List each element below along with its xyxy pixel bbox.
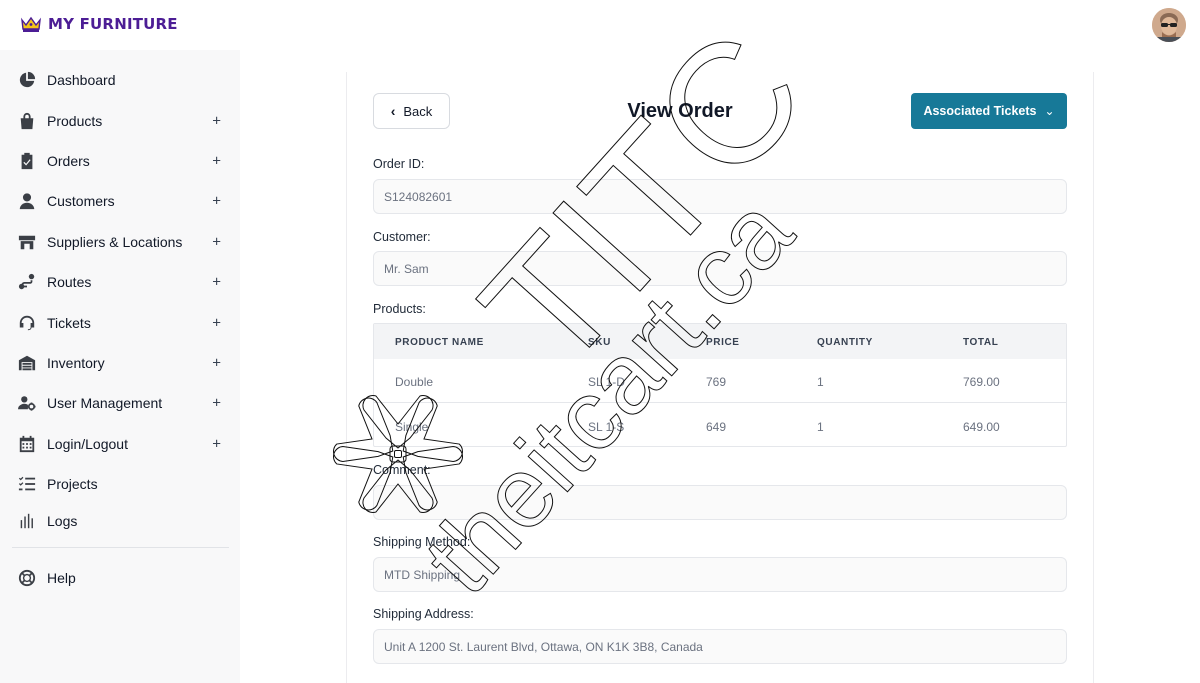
checklist-icon (17, 474, 37, 494)
pie-chart-icon (17, 70, 37, 90)
user-avatar[interactable] (1152, 8, 1186, 42)
page-title: View Order (627, 100, 733, 122)
user-icon (17, 191, 37, 211)
sidebar-item-label: Routes (47, 274, 92, 291)
sidebar-item-logs[interactable]: Logs (0, 504, 240, 538)
cell-quantity: 1 (817, 420, 824, 434)
expand-icon[interactable]: + (212, 274, 221, 291)
sidebar-item-login-logout[interactable]: Login/Logout + (0, 424, 240, 464)
top-bar: MY FURNITURE (0, 0, 1200, 50)
products-table: PRODUCT NAME SKU PRICE QUANTITY TOTAL Do… (373, 323, 1067, 447)
lifebuoy-icon (17, 568, 37, 588)
sidebar-item-suppliers-locations[interactable]: Suppliers & Locations + (0, 222, 240, 262)
sidebar: Dashboard Products + Orders + Customers … (0, 50, 240, 683)
expand-icon[interactable]: + (212, 112, 221, 129)
chevron-left-icon: ‹ (390, 103, 396, 119)
associated-tickets-label: Associated Tickets (923, 104, 1037, 118)
user-cog-icon (17, 393, 37, 413)
expand-icon[interactable]: + (212, 354, 221, 371)
cell-total: 649.00 (963, 420, 1000, 434)
column-header-price: PRICE (706, 337, 740, 348)
sidebar-item-label: User Management (47, 395, 163, 412)
comment-label: Comment: (373, 463, 431, 477)
shipping-method-field[interactable]: MTD Shipping (373, 557, 1067, 592)
expand-icon[interactable]: + (212, 435, 221, 452)
expand-icon[interactable]: + (212, 152, 221, 169)
sidebar-item-label: Login/Logout (47, 435, 128, 452)
sidebar-item-products[interactable]: Products + (0, 100, 240, 140)
column-header-sku: SKU (588, 337, 611, 348)
chevron-down-icon: ⌄ (1044, 104, 1055, 118)
sidebar-item-label: Inventory (47, 354, 105, 371)
sidebar-divider (12, 547, 229, 548)
sidebar-item-tickets[interactable]: Tickets + (0, 302, 240, 342)
cell-sku: SL 1-S (588, 420, 625, 434)
column-header-quantity: QUANTITY (817, 337, 873, 348)
back-button[interactable]: ‹ Back (373, 93, 450, 129)
sidebar-item-label: Help (47, 570, 76, 587)
column-header-total: TOTAL (963, 337, 999, 348)
shipping-method-label: Shipping Method: (373, 535, 471, 549)
customer-field[interactable]: Mr. Sam (373, 251, 1067, 286)
clipboard-check-icon (17, 151, 37, 171)
cell-sku: SL 1-D (588, 375, 625, 389)
sidebar-item-label: Products (47, 112, 103, 129)
headset-icon (17, 313, 37, 333)
expand-icon[interactable]: + (212, 233, 221, 250)
sidebar-item-projects[interactable]: Projects (0, 464, 240, 504)
sidebar-item-label: Orders (47, 152, 90, 169)
cell-product-name: Double (395, 375, 434, 389)
brand-logo[interactable]: MY FURNITURE (14, 9, 184, 39)
sidebar-item-user-management[interactable]: User Management + (0, 383, 240, 423)
back-label: Back (403, 103, 433, 119)
customer-label: Customer: (373, 230, 431, 244)
sidebar-item-label: Dashboard (47, 72, 116, 89)
expand-icon[interactable]: + (212, 314, 221, 331)
brand-name: MY FURNITURE (48, 15, 178, 33)
sidebar-item-label: Customers (47, 193, 115, 210)
cell-total: 769.00 (963, 375, 1000, 389)
cell-price: 769 (706, 375, 727, 389)
table-row[interactable]: Single SL 1-S 649 1 649.00 (374, 404, 1066, 448)
associated-tickets-button[interactable]: Associated Tickets ⌄ (911, 93, 1067, 129)
sidebar-item-inventory[interactable]: Inventory + (0, 343, 240, 383)
route-icon (17, 272, 37, 292)
order-id-label: Order ID: (373, 157, 425, 171)
sidebar-item-dashboard[interactable]: Dashboard (0, 60, 240, 100)
order-id-field[interactable]: S124082601 (373, 179, 1067, 214)
comment-field[interactable] (373, 485, 1067, 520)
table-header: PRODUCT NAME SKU PRICE QUANTITY TOTAL (374, 324, 1066, 359)
sidebar-item-label: Logs (47, 513, 78, 530)
sidebar-item-customers[interactable]: Customers + (0, 181, 240, 221)
sidebar-item-orders[interactable]: Orders + (0, 141, 240, 181)
expand-icon[interactable]: + (212, 193, 221, 210)
shipping-address-field[interactable]: Unit A 1200 St. Laurent Blvd, Ottawa, ON… (373, 629, 1067, 664)
sidebar-item-label: Suppliers & Locations (47, 233, 183, 250)
shipping-address-label: Shipping Address: (373, 607, 474, 621)
sidebar-item-routes[interactable]: Routes + (0, 262, 240, 302)
warehouse-icon (17, 353, 37, 373)
cell-price: 649 (706, 420, 727, 434)
sidebar-item-help[interactable]: Help (0, 558, 240, 598)
store-icon (17, 232, 37, 252)
products-label: Products: (373, 302, 426, 316)
expand-icon[interactable]: + (212, 395, 221, 412)
cell-quantity: 1 (817, 375, 824, 389)
crown-icon (21, 16, 41, 32)
calendar-icon (17, 434, 37, 454)
sidebar-item-label: Tickets (47, 314, 91, 331)
bar-chart-icon (17, 511, 37, 531)
column-header-product-name: PRODUCT NAME (395, 337, 484, 348)
table-row[interactable]: Double SL 1-D 769 1 769.00 (374, 359, 1066, 403)
sidebar-item-label: Projects (47, 476, 98, 493)
sidebar-nav: Dashboard Products + Orders + Customers … (0, 60, 240, 538)
shopping-bag-icon (17, 111, 37, 131)
cell-product-name: Single (395, 420, 429, 434)
